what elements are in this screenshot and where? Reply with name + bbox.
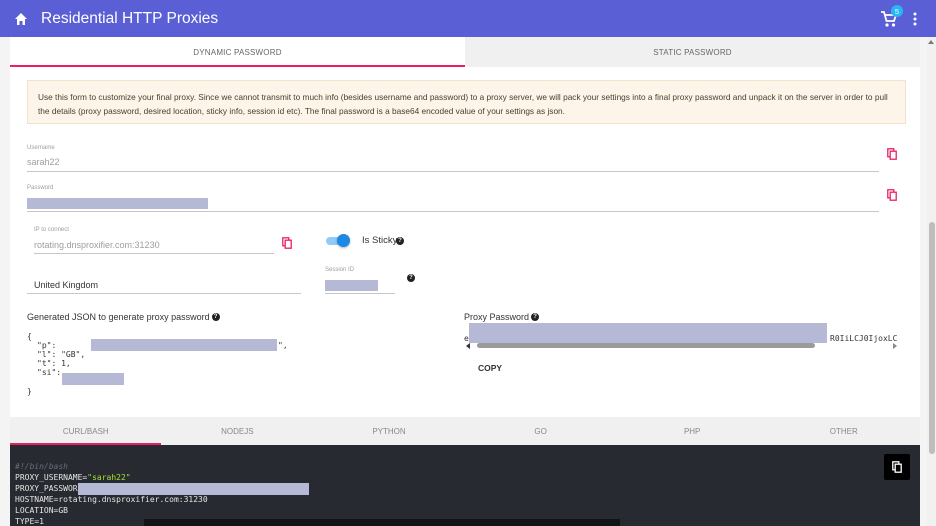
proxy-password-heading: Proxy Password ? [464, 312, 540, 322]
session-id-label: Session ID [325, 267, 355, 273]
more-vert-icon[interactable] [913, 11, 917, 27]
proxy-password-scrollbar[interactable] [477, 343, 815, 348]
tab-go[interactable]: GO [465, 417, 617, 445]
sticky-toggle-knob[interactable] [337, 234, 350, 247]
session-help-icon[interactable]: ? [407, 274, 415, 282]
session-id-field[interactable] [325, 280, 378, 291]
json-help-icon[interactable]: ? [211, 313, 220, 321]
copy-code-icon [892, 461, 902, 473]
country-underline [27, 293, 301, 294]
info-notice: Use this form to customize your final pr… [27, 80, 906, 124]
scroll-right-arrow-icon[interactable] [893, 343, 897, 349]
tab-curl-bash[interactable]: CURL/BASH [10, 417, 162, 445]
copy-code-button[interactable] [884, 454, 910, 480]
json-p-tail: ", [278, 341, 288, 350]
json-si-key: "si": [37, 368, 62, 377]
code-location-line: LOCATION=GB [15, 506, 68, 515]
tab-dynamic-password[interactable]: DYNAMIC PASSWORD [10, 37, 465, 67]
username-field[interactable]: sarah22 [27, 157, 60, 167]
json-open-brace: { [27, 332, 32, 341]
ip-field[interactable]: rotating.dnsproxifier.com:31230 [34, 240, 160, 250]
sticky-label: Is Sticky [362, 235, 398, 246]
code-hostname-line: HOSTNAME=rotating.dnsproxifier.com:31230 [15, 495, 208, 504]
username-underline [27, 171, 879, 172]
session-id-underline [325, 293, 395, 294]
tab-other[interactable]: OTHER [768, 417, 920, 445]
page-scrollbar-thumb[interactable] [929, 222, 935, 454]
code-password-redacted [78, 483, 309, 495]
proxy-password-heading-text: Proxy Password [464, 312, 530, 322]
json-l-line: "l": "GB", [37, 350, 86, 359]
copy-password-icon[interactable] [887, 189, 897, 201]
home-icon[interactable] [14, 12, 28, 26]
json-close-brace: } [27, 387, 32, 396]
tab-static-password[interactable]: STATIC PASSWORD [465, 37, 920, 67]
copy-username-icon[interactable] [887, 148, 897, 160]
code-username-key: PROXY_USERNAME= [15, 473, 88, 482]
tab-nodejs[interactable]: NODEJS [162, 417, 314, 445]
json-heading-text: Generated JSON to generate proxy passwor… [27, 312, 210, 322]
copy-proxy-password-button[interactable]: COPY [478, 363, 502, 373]
copy-ip-icon[interactable] [282, 237, 292, 249]
tab-python[interactable]: PYTHON [313, 417, 465, 445]
code-horizontal-scrollbar[interactable] [144, 519, 620, 526]
code-password-line: PROXY_PASSWORD= [15, 484, 88, 493]
username-label: Username [27, 145, 55, 151]
code-block: #!/bin/bash PROXY_USERNAME="sarah22" PRO… [10, 445, 920, 526]
ip-label: IP to connect [34, 227, 69, 233]
code-type-line: TYPE=1 [15, 517, 44, 526]
cart-count-badge: 5 [891, 5, 903, 17]
code-username-value: "sarah22" [87, 473, 131, 482]
ip-underline [34, 253, 274, 254]
scroll-left-arrow-icon[interactable] [466, 343, 470, 349]
password-tabs: DYNAMIC PASSWORD STATIC PASSWORD [10, 37, 920, 67]
code-shebang: #!/bin/bash [15, 462, 68, 471]
proxy-password-suffix: R0IiLCJ0IjoxLC [830, 334, 898, 343]
json-t-line: "t": 1, [37, 359, 71, 368]
json-p-key: "p": [37, 341, 57, 350]
proxy-password-redacted [469, 323, 827, 343]
json-p-value-redacted [91, 339, 277, 351]
tab-php[interactable]: PHP [616, 417, 768, 445]
proxy-card: DYNAMIC PASSWORD STATIC PASSWORD Use thi… [10, 37, 920, 526]
scroll-up-arrow-icon[interactable] [928, 40, 934, 44]
json-heading: Generated JSON to generate proxy passwor… [27, 312, 220, 322]
password-underline [27, 211, 879, 212]
json-si-value-redacted [62, 373, 124, 385]
page-title: Residential HTTP Proxies [41, 9, 219, 27]
language-tabs: CURL/BASH NODEJS PYTHON GO PHP OTHER [10, 417, 920, 445]
sticky-help-icon[interactable]: ? [396, 237, 404, 245]
proxy-password-help-icon[interactable]: ? [531, 313, 540, 321]
app-bar: Residential HTTP Proxies 5 [0, 0, 936, 37]
country-select[interactable]: United Kingdom [34, 280, 98, 290]
password-label: Password [27, 185, 54, 191]
password-field[interactable] [27, 198, 208, 209]
code-username-line: PROXY_USERNAME="sarah22" [15, 473, 131, 482]
